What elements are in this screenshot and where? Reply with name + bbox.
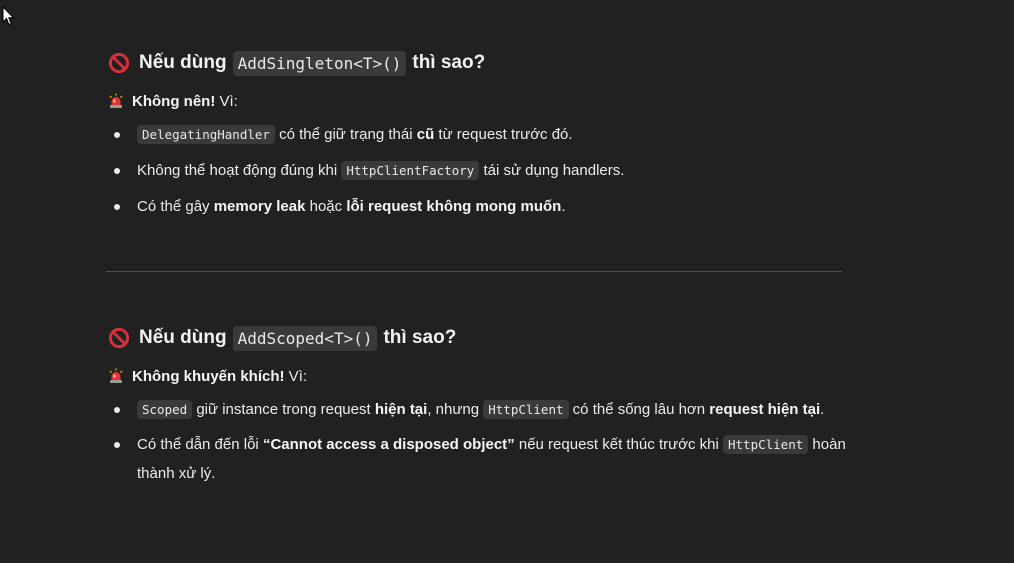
heading-text-pre: Nếu dùng — [139, 327, 227, 348]
item-bold: lỗi request không mong muốn — [346, 198, 562, 215]
section-heading: Nếu dùng AddSingleton<T>() thì sao? — [108, 48, 848, 78]
inline-code: HttpClient — [483, 400, 569, 419]
item-text: có thể sống lâu hơn — [568, 401, 710, 418]
mouse-pointer-icon — [2, 6, 15, 26]
item-bold: “Cannot access a disposed object” — [262, 436, 515, 453]
item-text: từ request trước đó. — [434, 126, 573, 143]
item-text: có thể giữ trạng thái — [274, 126, 417, 143]
item-bold: memory leak — [213, 198, 306, 215]
item-text: Không thể hoạt động đúng khi — [137, 162, 342, 179]
verdict-text: Vì: — [284, 367, 308, 385]
section-singleton: Nếu dùng AddSingleton<T>() thì sao? Khôn… — [108, 48, 848, 228]
item-text: . — [561, 198, 566, 215]
item-text: Có thể dẫn đến lỗi — [137, 436, 263, 453]
police-car-light-icon — [109, 93, 123, 108]
heading-text-post: thì sao? — [412, 52, 486, 73]
item-text: hoặc — [305, 198, 347, 215]
item-bold: cũ — [416, 126, 435, 143]
inline-code: DelegatingHandler — [137, 125, 275, 144]
item-text: tái sử dụng handlers. — [479, 162, 625, 179]
heading-code: AddSingleton<T>() — [232, 50, 407, 76]
bullet-icon — [114, 407, 120, 413]
item-text: , nhưng — [427, 401, 484, 418]
item-bold: hiện tại — [374, 401, 428, 418]
verdict-bold: Không nên! — [132, 92, 216, 110]
police-car-light-icon — [109, 368, 123, 383]
prohibited-icon — [108, 52, 130, 74]
bullet-icon — [114, 132, 120, 138]
list-item: Có thể dẫn đến lỗi “Cannot access a disp… — [108, 430, 848, 488]
verdict-bold: Không khuyến khích! — [132, 367, 285, 385]
heading-code: AddScoped<T>() — [232, 325, 378, 351]
list-item: Có thể gây memory leak hoặc lỗi request … — [108, 192, 848, 221]
item-text: Có thể gây — [137, 198, 214, 215]
list-item: Không thể hoạt động đúng khi HttpClientF… — [108, 156, 848, 185]
verdict-line: Không khuyến khích! Vì: — [108, 365, 848, 387]
horizontal-divider — [106, 271, 842, 272]
bullet-icon — [114, 168, 120, 174]
item-text: . — [820, 401, 825, 418]
verdict-line: Không nên! Vì: — [108, 90, 848, 112]
bullet-icon — [114, 442, 120, 448]
reason-list: Scoped giữ instance trong request hiện t… — [108, 395, 848, 488]
list-item: Scoped giữ instance trong request hiện t… — [108, 395, 848, 424]
verdict-text: Vì: — [215, 92, 238, 110]
item-text: giữ instance trong request — [192, 401, 375, 418]
inline-code: HttpClient — [723, 435, 809, 454]
item-bold: request hiện tại — [709, 401, 821, 418]
item-text: nếu request kết thúc trước khi — [514, 436, 723, 453]
heading-text-pre: Nếu dùng — [139, 52, 227, 73]
bullet-icon — [114, 204, 120, 210]
section-scoped: Nếu dùng AddScoped<T>() thì sao? Không k… — [108, 323, 848, 494]
list-item: DelegatingHandler có thể giữ trạng thái … — [108, 120, 848, 149]
section-heading: Nếu dùng AddScoped<T>() thì sao? — [108, 323, 848, 353]
reason-list: DelegatingHandler có thể giữ trạng thái … — [108, 120, 848, 221]
prohibited-icon — [108, 327, 130, 349]
inline-code: Scoped — [137, 400, 193, 419]
inline-code: HttpClientFactory — [341, 161, 480, 180]
heading-text-post: thì sao? — [383, 327, 457, 348]
